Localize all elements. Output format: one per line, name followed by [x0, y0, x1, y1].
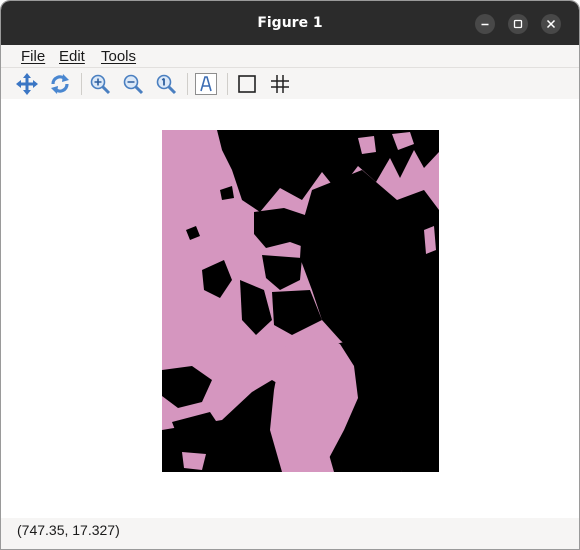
- zoom-out-button[interactable]: [121, 72, 145, 96]
- minimize-icon: [481, 23, 489, 26]
- menu-tools[interactable]: Tools: [101, 48, 136, 65]
- plot-canvas[interactable]: [1, 99, 579, 518]
- maximize-icon: [513, 19, 523, 29]
- toolbar-separator: [187, 73, 188, 95]
- title-bar[interactable]: Figure 1: [1, 1, 579, 45]
- menu-bar: File Edit Tools: [1, 45, 579, 67]
- menu-file[interactable]: File: [21, 48, 45, 65]
- cursor-coordinates: (747.35, 17.327): [17, 522, 120, 538]
- menu-edit[interactable]: Edit: [59, 48, 85, 65]
- thresholded-photo-image[interactable]: [162, 130, 439, 472]
- rectangle-button[interactable]: [235, 72, 259, 96]
- close-icon: [546, 19, 556, 29]
- maximize-button[interactable]: [508, 14, 528, 34]
- text-label-button[interactable]: [194, 72, 218, 96]
- minimize-button[interactable]: [475, 14, 495, 34]
- status-bar: (747.35, 17.327): [1, 518, 579, 542]
- zoom-in-icon: [90, 74, 111, 95]
- text-label-icon: [195, 73, 217, 95]
- zoom-reset-icon: [156, 74, 177, 95]
- grid-icon: [271, 75, 289, 93]
- toolbar-separator: [81, 73, 82, 95]
- zoom-reset-button[interactable]: [154, 72, 178, 96]
- zoom-in-button[interactable]: [88, 72, 112, 96]
- figure-window: Figure 1 File Edit Tools (747.35, 17.327…: [0, 0, 580, 550]
- rectangle-icon: [238, 75, 256, 93]
- toolbar: [1, 67, 579, 99]
- grid-button[interactable]: [268, 72, 292, 96]
- zoom-out-icon: [123, 74, 144, 95]
- refresh-button[interactable]: [48, 72, 72, 96]
- refresh-icon: [51, 74, 69, 94]
- pan-move-icon: [16, 73, 38, 95]
- close-button[interactable]: [541, 14, 561, 34]
- toolbar-separator: [227, 73, 228, 95]
- pan-button[interactable]: [15, 72, 39, 96]
